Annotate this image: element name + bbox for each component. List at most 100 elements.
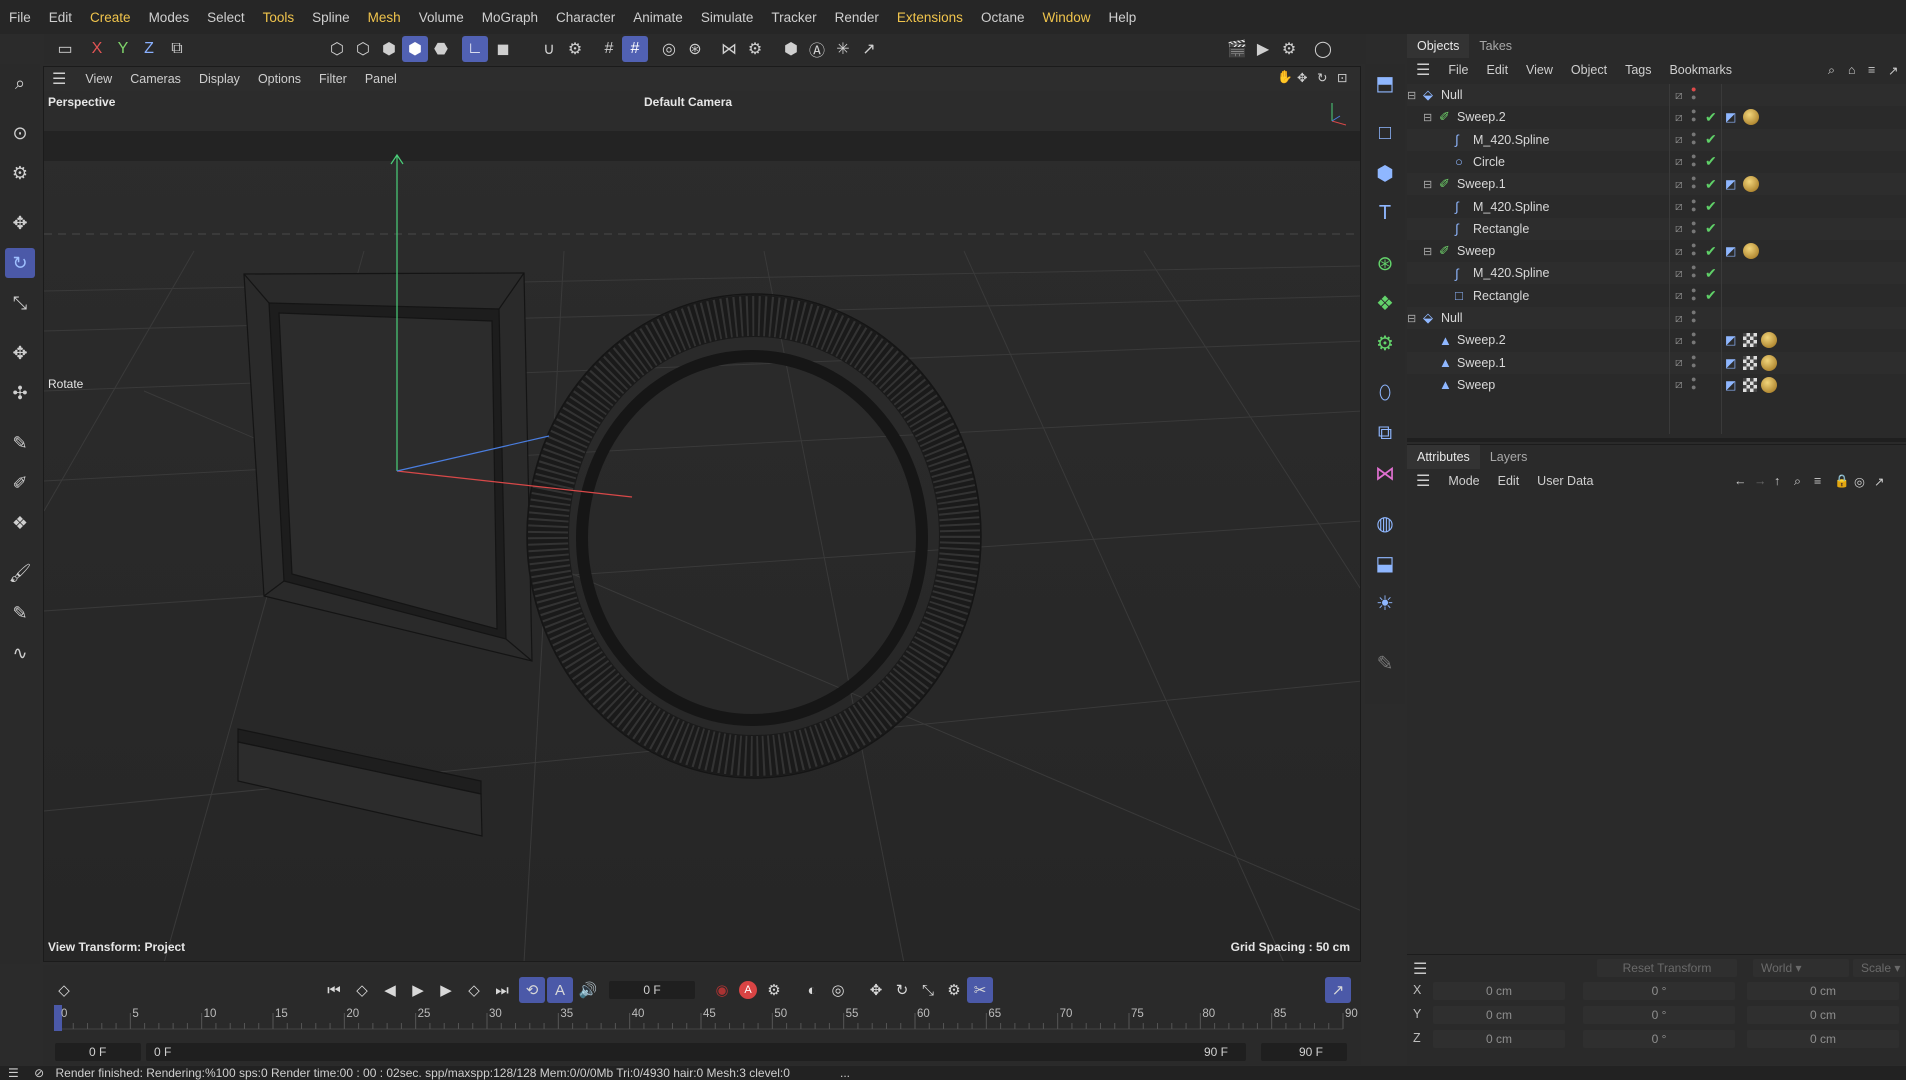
edit-toggle-icon[interactable]: ⧄: [1675, 221, 1683, 236]
menu-volume[interactable]: Volume: [410, 10, 473, 25]
edit-toggle-icon[interactable]: ⧄: [1675, 266, 1683, 281]
menu-animate[interactable]: Animate: [624, 10, 692, 25]
status-ellipsis[interactable]: ...: [840, 1066, 850, 1080]
menu-mograph[interactable]: MoGraph: [473, 10, 547, 25]
snap-magnet-icon[interactable]: ∪: [536, 36, 562, 62]
new-window-icon[interactable]: ↗: [1865, 474, 1893, 489]
viewport-menu-cameras[interactable]: Cameras: [121, 72, 190, 86]
transform-icon[interactable]: ✥: [5, 338, 35, 368]
menu-character[interactable]: Character: [547, 10, 624, 25]
cubes-icon[interactable]: ❖: [5, 508, 35, 538]
expand-toggle-icon[interactable]: ⊟: [1407, 312, 1416, 325]
objects-menu-object[interactable]: Object: [1562, 63, 1616, 77]
enabled-check-icon[interactable]: ✔: [1705, 176, 1717, 193]
attributes-menu-user-data[interactable]: User Data: [1528, 474, 1602, 488]
coord-y-rotation[interactable]: 0 °: [1583, 1006, 1735, 1024]
material-tag-icon[interactable]: [1761, 354, 1777, 371]
symmetry-settings-icon[interactable]: ⚙: [742, 36, 768, 62]
visibility-dots-icon[interactable]: ● ●: [1691, 107, 1696, 124]
menu-file[interactable]: File: [0, 10, 40, 25]
tree-item-name[interactable]: Rectangle: [1473, 289, 1529, 303]
tab-attributes[interactable]: Attributes: [1407, 445, 1480, 469]
viewport[interactable]: ☰ View Cameras Display Options Filter Pa…: [43, 66, 1361, 962]
octane-a-icon[interactable]: Ⓐ: [804, 36, 830, 62]
visibility-dots-icon[interactable]: ● ●: [1691, 352, 1696, 369]
symmetry-icon[interactable]: ⋈: [716, 36, 742, 62]
selection-tools-icon[interactable]: ⚙: [5, 158, 35, 188]
viewport-menu-panel[interactable]: Panel: [356, 72, 406, 86]
brush-icon[interactable]: 🖌: [5, 558, 35, 588]
menu-render[interactable]: Render: [826, 10, 888, 25]
camera-create-icon[interactable]: ⬒: [1370, 68, 1400, 98]
tree-item-name[interactable]: Sweep: [1457, 378, 1495, 392]
edit-toggle-icon[interactable]: ⧄: [1675, 244, 1683, 259]
render-view-icon[interactable]: 🎬: [1224, 36, 1250, 62]
menu-extensions[interactable]: Extensions: [888, 10, 972, 25]
coord-z-position[interactable]: 0 cm: [1433, 1030, 1565, 1048]
tab-objects[interactable]: Objects: [1407, 34, 1470, 58]
visibility-dots-icon[interactable]: ● ●: [1691, 374, 1696, 391]
visibility-dots-icon[interactable]: ● ●: [1691, 151, 1696, 168]
viewport-camera-label[interactable]: Default Camera: [644, 95, 732, 109]
tree-item-name[interactable]: M_420.Spline: [1473, 133, 1549, 147]
menu-simulate[interactable]: Simulate: [692, 10, 763, 25]
generator-create-icon[interactable]: ⊛: [1370, 248, 1400, 278]
deformer-create-icon[interactable]: ⚙: [1370, 328, 1400, 358]
start-frame-field[interactable]: 0 F: [55, 1043, 141, 1061]
camera-octane-icon[interactable]: ⬓: [1370, 548, 1400, 578]
scale-icon[interactable]: ⤡: [5, 288, 35, 318]
tree-row[interactable]: ∫ Rectangle ⧄ ● ● ✔: [1407, 217, 1906, 240]
expand-toggle-icon[interactable]: ⊟: [1423, 245, 1432, 258]
tab-takes[interactable]: Takes: [1469, 34, 1522, 58]
field-create-icon[interactable]: ⬯: [1370, 378, 1400, 408]
visibility-dots-icon[interactable]: ● ●: [1691, 308, 1696, 325]
edit-toggle-icon[interactable]: ⧄: [1675, 110, 1683, 125]
menu-edit[interactable]: Edit: [40, 10, 81, 25]
sparkle-icon[interactable]: ✳: [830, 36, 856, 62]
coord-z-rotation[interactable]: 0 °: [1583, 1030, 1735, 1048]
tree-row[interactable]: ⊟ ✐ Sweep.2 ⧄ ● ● ✔ ◩: [1407, 106, 1906, 128]
preview-range-bar[interactable]: 0 F 90 F: [146, 1043, 1246, 1061]
uvw-tag-icon[interactable]: [1743, 377, 1757, 392]
knife-icon[interactable]: ✎: [5, 598, 35, 628]
tree-item-name[interactable]: Rectangle: [1473, 222, 1529, 236]
viewport-menu-display[interactable]: Display: [190, 72, 249, 86]
tree-item-name[interactable]: Null: [1441, 311, 1463, 325]
undo-icon[interactable]: ▭: [52, 36, 78, 62]
octane-material-icon[interactable]: ⋈: [1370, 458, 1400, 488]
material-tag-icon[interactable]: [1743, 109, 1759, 126]
tree-item-name[interactable]: M_420.Spline: [1473, 266, 1549, 280]
enabled-check-icon[interactable]: ✔: [1705, 153, 1717, 170]
polygons-mode-icon[interactable]: ⬢: [376, 36, 402, 62]
uvw-tag-icon[interactable]: [1743, 355, 1757, 370]
cube-create-icon[interactable]: ⬢: [1370, 158, 1400, 188]
enabled-check-icon[interactable]: ✔: [1705, 287, 1717, 304]
visibility-dots-icon[interactable]: ● ●: [1691, 174, 1696, 191]
coordinate-space-dropdown[interactable]: World ▾: [1753, 959, 1849, 977]
edit-toggle-icon[interactable]: ⧄: [1675, 311, 1683, 326]
light-create-icon[interactable]: ☀: [1370, 588, 1400, 618]
tree-row[interactable]: ▲ Sweep ⧄ ● ● ◩: [1407, 374, 1906, 396]
coord-x-size[interactable]: 0 cm: [1747, 982, 1899, 1000]
menu-window[interactable]: Window: [1033, 10, 1099, 25]
visibility-dots-icon[interactable]: ● ●: [1691, 330, 1696, 347]
solo-icon[interactable]: ◎: [656, 36, 682, 62]
tree-item-name[interactable]: Circle: [1473, 155, 1505, 169]
objects-menu-bookmarks[interactable]: Bookmarks: [1660, 63, 1741, 77]
attributes-menu-mode[interactable]: Mode: [1439, 474, 1488, 488]
edit-toggle-icon[interactable]: ⧄: [1675, 154, 1683, 169]
status-menu-icon[interactable]: ☰: [8, 1066, 19, 1080]
spline-create-icon[interactable]: □: [1370, 118, 1400, 148]
edit-toggle-icon[interactable]: ⧄: [1675, 333, 1683, 348]
objects-menu-tags[interactable]: Tags: [1616, 63, 1660, 77]
coord-x-position[interactable]: 0 cm: [1433, 982, 1565, 1000]
phong-tag-icon[interactable]: ◩: [1725, 378, 1736, 392]
tree-item-name[interactable]: Sweep: [1457, 244, 1495, 258]
enabled-check-icon[interactable]: ✔: [1705, 265, 1717, 282]
octane-icon[interactable]: ⬢: [778, 36, 804, 62]
edit-toggle-icon[interactable]: ⧄: [1675, 132, 1683, 147]
tree-row[interactable]: ⊟ ⬙ Null ⧄ ● ● ●: [1407, 84, 1906, 106]
coord-x-rotation[interactable]: 0 °: [1583, 982, 1735, 1000]
visibility-dots-icon[interactable]: ● ●: [1691, 129, 1696, 146]
move-icon[interactable]: ✥: [5, 208, 35, 238]
